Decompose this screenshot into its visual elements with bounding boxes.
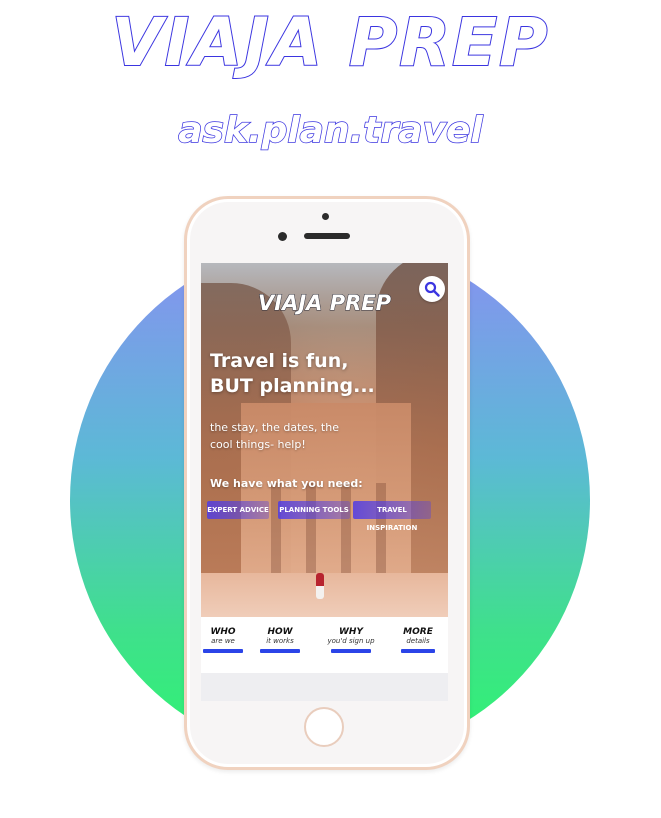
hero-subtext-line: the stay, the dates, the bbox=[210, 421, 339, 434]
nav-underline bbox=[260, 649, 300, 653]
hero-headline-line: Travel is fun, bbox=[210, 350, 349, 372]
nav-item-label: HOW bbox=[267, 627, 293, 637]
search-icon bbox=[424, 281, 440, 297]
travel-inspiration-button[interactable]: TRAVEL INSPIRATION bbox=[353, 501, 431, 532]
expert-advice-button[interactable]: EXPERT ADVICE bbox=[207, 501, 269, 519]
search-button[interactable] bbox=[419, 276, 445, 302]
nav-underline bbox=[203, 649, 243, 653]
nav-underline bbox=[401, 649, 435, 653]
earpiece-speaker bbox=[304, 233, 350, 239]
nav-item-sublabel: you'd sign up bbox=[327, 637, 375, 645]
hero-image-traveler bbox=[316, 573, 324, 599]
nav-item-sublabel: it works bbox=[266, 637, 294, 645]
nav-underline bbox=[331, 649, 371, 653]
nav-item-sublabel: details bbox=[406, 637, 430, 645]
brand-tagline: ask.plan.travel bbox=[177, 109, 483, 152]
sensor-dot bbox=[322, 213, 329, 220]
nav-item-label: WHO bbox=[210, 627, 236, 637]
site-logo[interactable]: VIAJA PREP bbox=[201, 291, 448, 316]
hero-headline-line: BUT planning... bbox=[210, 375, 375, 397]
front-camera bbox=[278, 232, 287, 241]
hero-image-column bbox=[306, 483, 316, 573]
hero-subtext-line: cool things- help! bbox=[210, 438, 306, 451]
hero-need-text: We have what you need: bbox=[210, 477, 363, 490]
nav-item-sublabel: are we bbox=[211, 637, 235, 645]
hero-image-column bbox=[271, 483, 281, 573]
hero-subtext: the stay, the dates, the cool things- he… bbox=[210, 419, 360, 453]
brand-title: VIAJA PREP bbox=[111, 3, 550, 82]
phone-mockup: VIAJA PREP Travel is fun, BUT planning..… bbox=[184, 196, 470, 770]
nav-item-more[interactable]: MORE details bbox=[398, 627, 438, 653]
section-nav: WHO are we HOW it works WHY you'd sign u… bbox=[201, 627, 448, 663]
hero-image-ground bbox=[201, 573, 448, 617]
screen-footer-strip bbox=[201, 673, 448, 701]
hero-headline: Travel is fun, BUT planning... bbox=[210, 349, 410, 399]
phone-screen: VIAJA PREP Travel is fun, BUT planning..… bbox=[201, 263, 448, 701]
nav-item-why[interactable]: WHY you'd sign up bbox=[326, 627, 376, 653]
nav-item-label: MORE bbox=[403, 627, 433, 637]
nav-item-who[interactable]: WHO are we bbox=[203, 627, 243, 653]
nav-item-how[interactable]: HOW it works bbox=[260, 627, 300, 653]
hero-image-column bbox=[341, 483, 351, 573]
home-button[interactable] bbox=[304, 707, 344, 747]
hero-section: VIAJA PREP Travel is fun, BUT planning..… bbox=[201, 263, 448, 617]
planning-tools-button[interactable]: PLANNING TOOLS bbox=[278, 501, 350, 519]
nav-item-label: WHY bbox=[339, 627, 363, 637]
